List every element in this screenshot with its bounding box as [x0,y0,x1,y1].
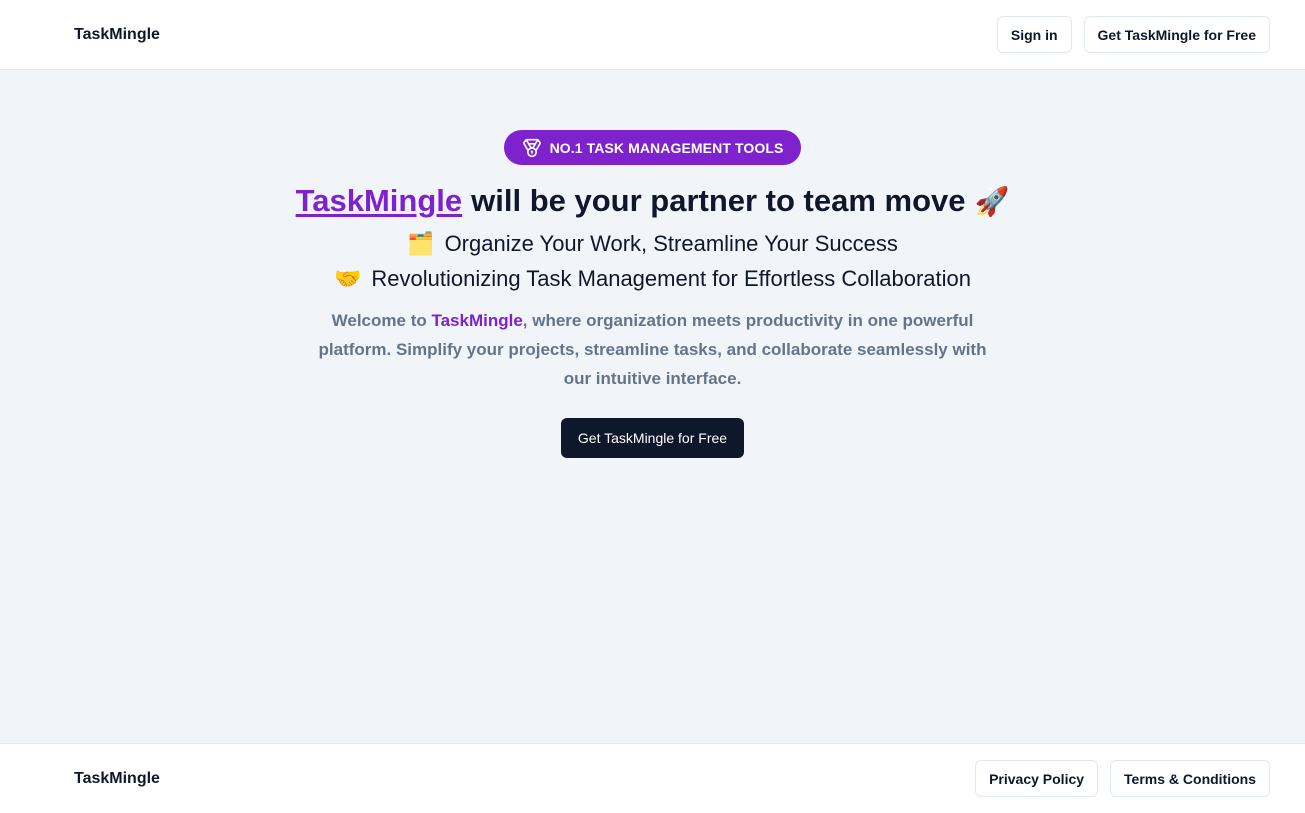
terms-conditions-button[interactable]: Terms & Conditions [1110,760,1270,797]
hero-get-free-button[interactable]: Get TaskMingle for Free [560,418,745,458]
landing-page: TaskMingle Sign in Get TaskMingle for Fr… [0,0,1305,813]
privacy-policy-button[interactable]: Privacy Policy [975,760,1099,797]
header-get-free-button[interactable]: Get TaskMingle for Free [1083,16,1270,53]
subheadline-collaboration: 🤝 Revolutionizing Task Management for Ef… [334,266,971,292]
brand-logo[interactable]: TaskMingle [74,26,160,44]
card-index-dividers-icon: 🗂️ [407,231,435,256]
footer-links: Privacy Policy Terms & Conditions [975,760,1270,797]
medal-icon [522,138,542,158]
hero-description: Welcome to TaskMingle, where organizatio… [303,306,1003,393]
footer-brand[interactable]: TaskMingle [74,770,160,788]
page-headline: TaskMingle will be your partner to team … [296,183,1010,219]
headline-brand-link[interactable]: TaskMingle [296,183,463,218]
subheadline-organize: 🗂️ Organize Your Work, Streamline Your S… [407,231,898,257]
top-tool-badge: NO.1 TASK MANAGEMENT TOOLS [503,130,802,165]
desc-brand-highlight: TaskMingle [431,311,523,330]
rocket-icon: 🚀 [974,185,1010,217]
page-footer: TaskMingle Privacy Policy Terms & Condit… [0,743,1305,813]
headline-text: will be your partner to team move [471,183,966,218]
hero-section: NO.1 TASK MANAGEMENT TOOLS TaskMingle wi… [0,70,1305,743]
top-navbar: TaskMingle Sign in Get TaskMingle for Fr… [0,0,1305,70]
header-actions: Sign in Get TaskMingle for Free [996,16,1270,53]
desc-prefix: Welcome to [331,311,432,330]
subheadline-collaboration-text: Revolutionizing Task Management for Effo… [371,266,972,291]
sign-in-button[interactable]: Sign in [996,16,1072,53]
badge-text: NO.1 TASK MANAGEMENT TOOLS [549,139,784,156]
handshake-icon: 🤝 [333,266,362,291]
subheadline-organize-text: Organize Your Work, Streamline Your Succ… [444,231,898,256]
